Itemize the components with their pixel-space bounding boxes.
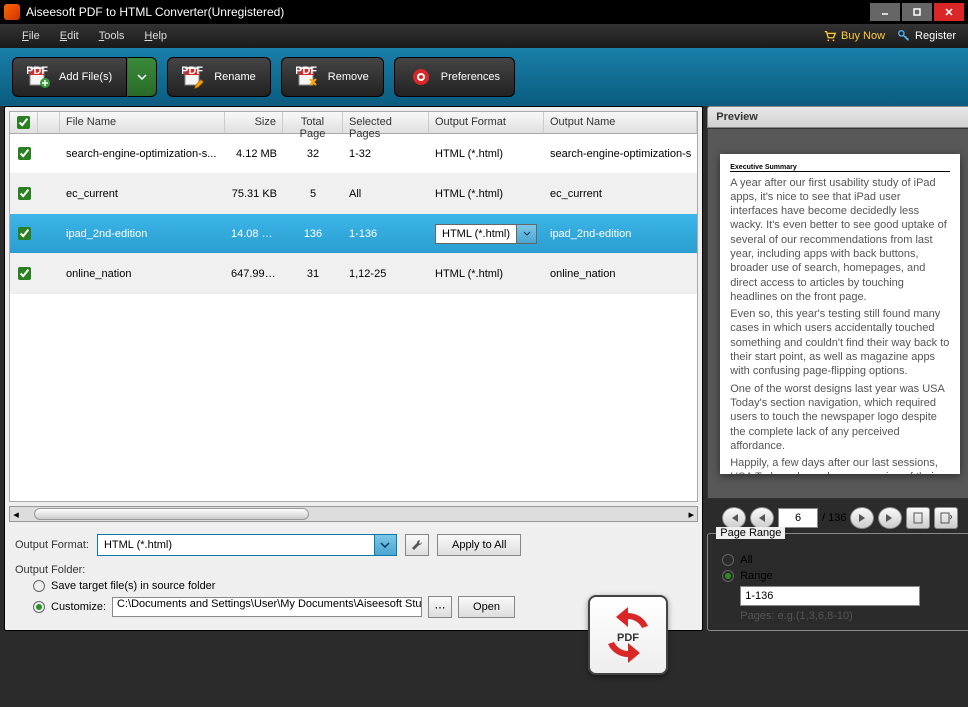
- output-folder-label: Output Folder:: [15, 564, 692, 576]
- range-pages-label: Range: [740, 570, 772, 582]
- file-table: File Name Size Total Page Selected Pages…: [9, 111, 698, 502]
- table-row[interactable]: online_nation 647.99 KB 31 1,12-25 HTML …: [10, 254, 697, 294]
- maximize-button[interactable]: [902, 3, 932, 21]
- page-range-group: Page Range All Range Pages: e.g.(1,3,6,8…: [707, 533, 968, 631]
- page-total: / 136: [822, 512, 846, 524]
- horizontal-scrollbar[interactable]: ◂▸: [9, 506, 698, 522]
- next-page-button[interactable]: [850, 507, 874, 529]
- pdf-remove-icon: PDF: [296, 65, 320, 89]
- menu-tools[interactable]: Tools: [89, 26, 135, 46]
- all-pages-label: All: [740, 554, 752, 566]
- row-checkbox[interactable]: [18, 267, 31, 280]
- buy-now-link[interactable]: Buy Now: [823, 29, 885, 43]
- convert-icon: PDF: [598, 605, 658, 665]
- radio-save-source[interactable]: [33, 580, 45, 592]
- svg-text:PDF: PDF: [27, 65, 48, 77]
- page-view-button[interactable]: [906, 507, 930, 529]
- table-row[interactable]: search-engine-optimization-s... 4.12 MB …: [10, 134, 697, 174]
- format-dropdown[interactable]: HTML (*.html): [435, 224, 537, 244]
- preview-area: Executive Summary A year after our first…: [707, 128, 968, 499]
- col-filename[interactable]: File Name: [60, 112, 225, 133]
- radio-customize[interactable]: [33, 601, 45, 613]
- remove-label: Remove: [328, 71, 369, 83]
- remove-button[interactable]: PDF Remove: [281, 57, 384, 97]
- minimize-button[interactable]: [870, 3, 900, 21]
- add-file-button[interactable]: PDF Add File(s): [12, 57, 127, 97]
- toolbar: PDF Add File(s) PDF Rename PDF Remove Pr…: [0, 48, 968, 106]
- col-selectedpages[interactable]: Selected Pages: [343, 112, 429, 133]
- add-file-label: Add File(s): [59, 71, 112, 83]
- menu-file[interactable]: File: [12, 26, 50, 46]
- row-checkbox[interactable]: [18, 227, 31, 240]
- app-icon: [4, 4, 20, 20]
- svg-text:PDF: PDF: [182, 65, 203, 77]
- range-hint: Pages: e.g.(1,3,6,8-10): [740, 610, 964, 622]
- close-button[interactable]: [934, 3, 964, 21]
- key-icon: [897, 29, 911, 43]
- table-row[interactable]: ipad_2nd-edition 14.08 MB 136 1-136 HTML…: [10, 214, 697, 254]
- page-list-button[interactable]: [934, 507, 958, 529]
- preview-page: Executive Summary A year after our first…: [720, 154, 960, 474]
- output-format-label: Output Format:: [15, 539, 89, 551]
- prev-page-button[interactable]: [750, 507, 774, 529]
- col-outputname[interactable]: Output Name: [544, 112, 697, 133]
- first-page-button[interactable]: [722, 507, 746, 529]
- range-input[interactable]: [740, 586, 920, 606]
- menu-help[interactable]: Help: [134, 26, 177, 46]
- row-checkbox[interactable]: [18, 147, 31, 160]
- table-row[interactable]: ec_current 75.31 KB 5 All HTML (*.html) …: [10, 174, 697, 214]
- col-totalpage[interactable]: Total Page: [283, 112, 343, 133]
- save-source-label: Save target file(s) in source folder: [51, 580, 215, 592]
- pdf-add-icon: PDF: [27, 65, 51, 89]
- open-button[interactable]: Open: [458, 596, 515, 618]
- row-checkbox[interactable]: [18, 187, 31, 200]
- page-number-input[interactable]: [778, 508, 818, 528]
- col-format[interactable]: Output Format: [429, 112, 544, 133]
- col-size[interactable]: Size: [225, 112, 283, 133]
- apply-all-button[interactable]: Apply to All: [437, 534, 521, 556]
- page-range-title: Page Range: [716, 527, 785, 539]
- output-format-select[interactable]: HTML (*.html): [97, 534, 397, 556]
- gear-icon: [409, 65, 433, 89]
- window-title: Aiseesoft PDF to HTML Converter(Unregist…: [26, 5, 870, 19]
- wrench-icon: [410, 538, 424, 552]
- preferences-label: Preferences: [441, 71, 500, 83]
- svg-text:PDF: PDF: [617, 632, 639, 644]
- menu-edit[interactable]: Edit: [50, 26, 89, 46]
- titlebar: Aiseesoft PDF to HTML Converter(Unregist…: [0, 0, 968, 24]
- customize-label: Customize:: [51, 601, 106, 613]
- add-file-dropdown[interactable]: [127, 57, 157, 97]
- radio-range-pages[interactable]: [722, 570, 734, 582]
- chevron-down-icon: [374, 535, 396, 555]
- settings-button[interactable]: [405, 534, 429, 556]
- radio-all-pages[interactable]: [722, 554, 734, 566]
- preferences-button[interactable]: Preferences: [394, 57, 515, 97]
- menubar: File Edit Tools Help Buy Now Register: [0, 24, 968, 48]
- browse-button[interactable]: ⋯: [428, 596, 452, 618]
- col-checkbox[interactable]: [10, 112, 38, 133]
- pdf-rename-icon: PDF: [182, 65, 206, 89]
- svg-text:PDF: PDF: [296, 65, 317, 77]
- cart-icon: [823, 29, 837, 43]
- rename-label: Rename: [214, 71, 256, 83]
- rename-button[interactable]: PDF Rename: [167, 57, 271, 97]
- table-body: search-engine-optimization-s... 4.12 MB …: [10, 134, 697, 501]
- register-link[interactable]: Register: [897, 29, 956, 43]
- last-page-button[interactable]: [878, 507, 902, 529]
- convert-button[interactable]: PDF: [588, 595, 668, 675]
- preview-title: Preview: [707, 106, 968, 128]
- path-input[interactable]: C:\Documents and Settings\User\My Docume…: [112, 597, 422, 617]
